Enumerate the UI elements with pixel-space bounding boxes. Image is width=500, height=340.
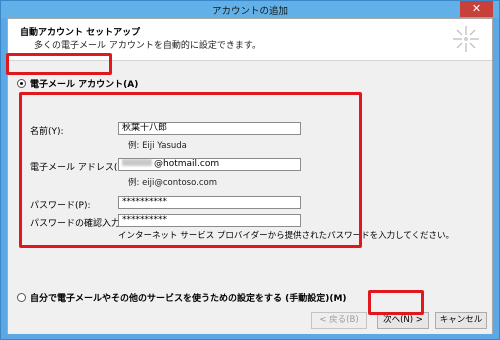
fields-highlight bbox=[19, 92, 362, 248]
header-title: 自動アカウント セットアップ bbox=[20, 28, 141, 38]
manual-setup-radio[interactable] bbox=[17, 293, 26, 302]
header-subtitle: 多くの電子メール アカウントを自動的に設定できます。 bbox=[34, 41, 261, 51]
close-button[interactable]: ✕ bbox=[460, 1, 493, 17]
next-button-highlight bbox=[368, 290, 424, 315]
title-bar[interactable]: アカウントの追加 ✕ bbox=[1, 1, 499, 18]
email-account-radio[interactable] bbox=[17, 79, 26, 88]
cancel-button[interactable]: キャンセル bbox=[435, 312, 487, 329]
email-account-label: 電子メール アカウント(A) bbox=[30, 80, 139, 90]
window-title: アカウントの追加 bbox=[211, 6, 288, 17]
email-account-option[interactable]: 電子メール アカウント(A) bbox=[17, 77, 138, 90]
email-option-highlight bbox=[6, 53, 112, 75]
wizard-sparkle-icon bbox=[453, 26, 479, 52]
dialog-window: アカウントの追加 ✕ 自動アカウント セットアップ 多くの電子メール アカウント… bbox=[0, 0, 500, 340]
back-button[interactable]: < 戻る(B) bbox=[311, 312, 367, 329]
